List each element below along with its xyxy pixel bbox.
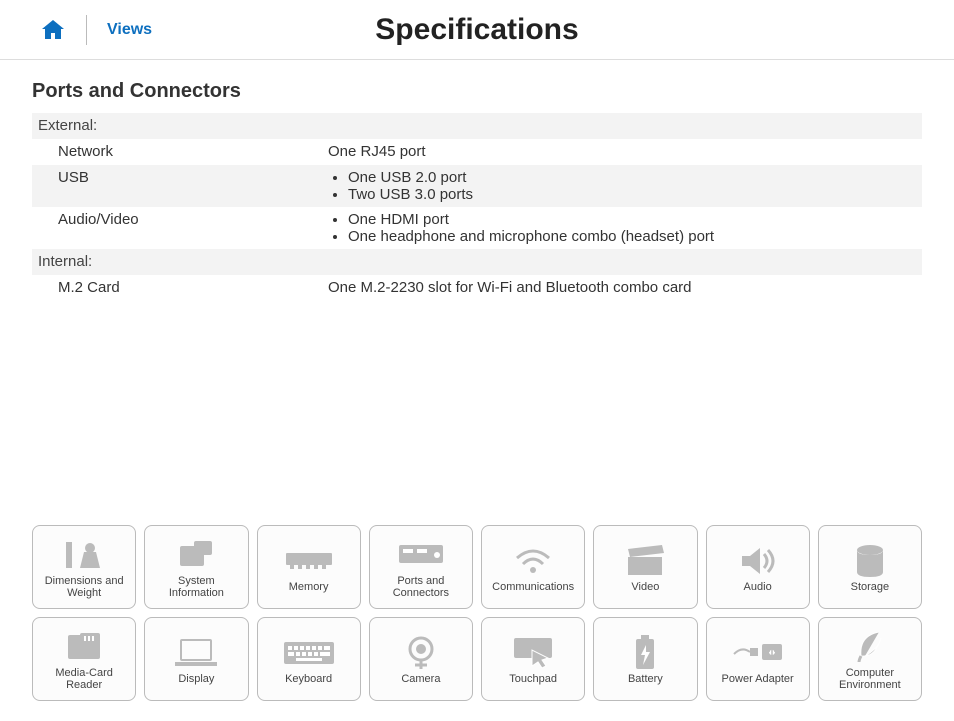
- laptop-icon: [173, 633, 219, 673]
- group-label: External:: [38, 117, 97, 134]
- nav-tile-battery[interactable]: Battery: [593, 617, 697, 701]
- nav-label: Computer Environment: [823, 667, 917, 691]
- views-link[interactable]: Views: [107, 21, 152, 39]
- nav-label: Touchpad: [509, 673, 557, 685]
- group-header-external: External:: [32, 113, 922, 139]
- ports-icon: [397, 535, 445, 575]
- nav-tile-memory[interactable]: Memory: [257, 525, 361, 609]
- nav-label: Display: [178, 673, 214, 685]
- spec-label: Network: [38, 143, 328, 160]
- list-item: Two USB 3.0 ports: [348, 186, 916, 203]
- nav-label: Camera: [401, 673, 440, 685]
- spec-label: Audio/Video: [38, 211, 328, 228]
- spec-row-network: Network One RJ45 port: [32, 139, 922, 165]
- nav-label: Media-Card Reader: [37, 667, 131, 691]
- nav-row-1: Dimensions and Weight System Information…: [32, 525, 922, 609]
- nav-tile-environment[interactable]: Computer Environment: [818, 617, 922, 701]
- spec-row-m2: M.2 Card One M.2-2230 slot for Wi-Fi and…: [32, 275, 922, 301]
- nav-tile-communications[interactable]: Communications: [481, 525, 585, 609]
- nav-tile-storage[interactable]: Storage: [818, 525, 922, 609]
- memory-icon: [284, 541, 334, 581]
- header-left: Views: [0, 15, 152, 45]
- nav-label: Battery: [628, 673, 663, 685]
- speaker-icon: [738, 541, 778, 581]
- group-header-internal: Internal:: [32, 249, 922, 275]
- nav-label: Ports and Connectors: [374, 575, 468, 599]
- group-label: Internal:: [38, 253, 92, 270]
- spec-value: One M.2-2230 slot for Wi-Fi and Bluetoot…: [328, 279, 916, 296]
- header: Views Specifications: [0, 0, 954, 60]
- spec-value: One USB 2.0 port Two USB 3.0 ports: [328, 169, 916, 203]
- home-icon[interactable]: [40, 19, 66, 41]
- header-divider: [86, 15, 87, 45]
- nav-tile-audio[interactable]: Audio: [706, 525, 810, 609]
- spec-value: One RJ45 port: [328, 143, 916, 160]
- weight-icon: [62, 535, 106, 575]
- wifi-icon: [513, 541, 553, 581]
- content: Ports and Connectors External: Network O…: [0, 60, 954, 301]
- nav-label: Communications: [492, 581, 574, 593]
- nav-tile-keyboard[interactable]: Keyboard: [257, 617, 361, 701]
- nav-label: Power Adapter: [722, 673, 794, 685]
- sdcard-icon: [64, 627, 104, 667]
- leaf-icon: [855, 627, 885, 667]
- nav-tile-system[interactable]: System Information: [144, 525, 248, 609]
- nav-tile-media[interactable]: Media-Card Reader: [32, 617, 136, 701]
- nav-label: Dimensions and Weight: [37, 575, 131, 599]
- database-icon: [855, 541, 885, 581]
- nav-label: Video: [631, 581, 659, 593]
- nav-label: Audio: [744, 581, 772, 593]
- nav-label: Memory: [289, 581, 329, 593]
- nav-tile-power[interactable]: Power Adapter: [706, 617, 810, 701]
- nav-tile-dimensions[interactable]: Dimensions and Weight: [32, 525, 136, 609]
- nav-tile-camera[interactable]: Camera: [369, 617, 473, 701]
- nav-tile-video[interactable]: Video: [593, 525, 697, 609]
- nav-label: Storage: [851, 581, 890, 593]
- page-title: Specifications: [375, 13, 578, 47]
- spec-row-usb: USB One USB 2.0 port Two USB 3.0 ports: [32, 165, 922, 207]
- section-title: Ports and Connectors: [32, 80, 922, 103]
- spec-value: One HDMI port One headphone and micropho…: [328, 211, 916, 245]
- nav-tile-display[interactable]: Display: [144, 617, 248, 701]
- battery-icon: [634, 633, 656, 673]
- spec-row-audiovideo: Audio/Video One HDMI port One headphone …: [32, 207, 922, 249]
- spec-label: M.2 Card: [38, 279, 328, 296]
- list-item: One HDMI port: [348, 211, 916, 228]
- nav-label: System Information: [149, 575, 243, 599]
- spec-label: USB: [38, 169, 328, 186]
- chip-icon: [174, 535, 218, 575]
- power-adapter-icon: [732, 633, 784, 673]
- nav-tile-touchpad[interactable]: Touchpad: [481, 617, 585, 701]
- nav-label: Keyboard: [285, 673, 332, 685]
- nav-tile-ports[interactable]: Ports and Connectors: [369, 525, 473, 609]
- bottom-nav: Dimensions and Weight System Information…: [0, 525, 954, 709]
- touchpad-icon: [512, 633, 554, 673]
- list-item: One USB 2.0 port: [348, 169, 916, 186]
- nav-row-2: Media-Card Reader Display Keyboard Camer…: [32, 617, 922, 701]
- list-item: One headphone and microphone combo (head…: [348, 228, 916, 245]
- clapper-icon: [626, 541, 664, 581]
- camera-icon: [405, 633, 437, 673]
- keyboard-icon: [284, 633, 334, 673]
